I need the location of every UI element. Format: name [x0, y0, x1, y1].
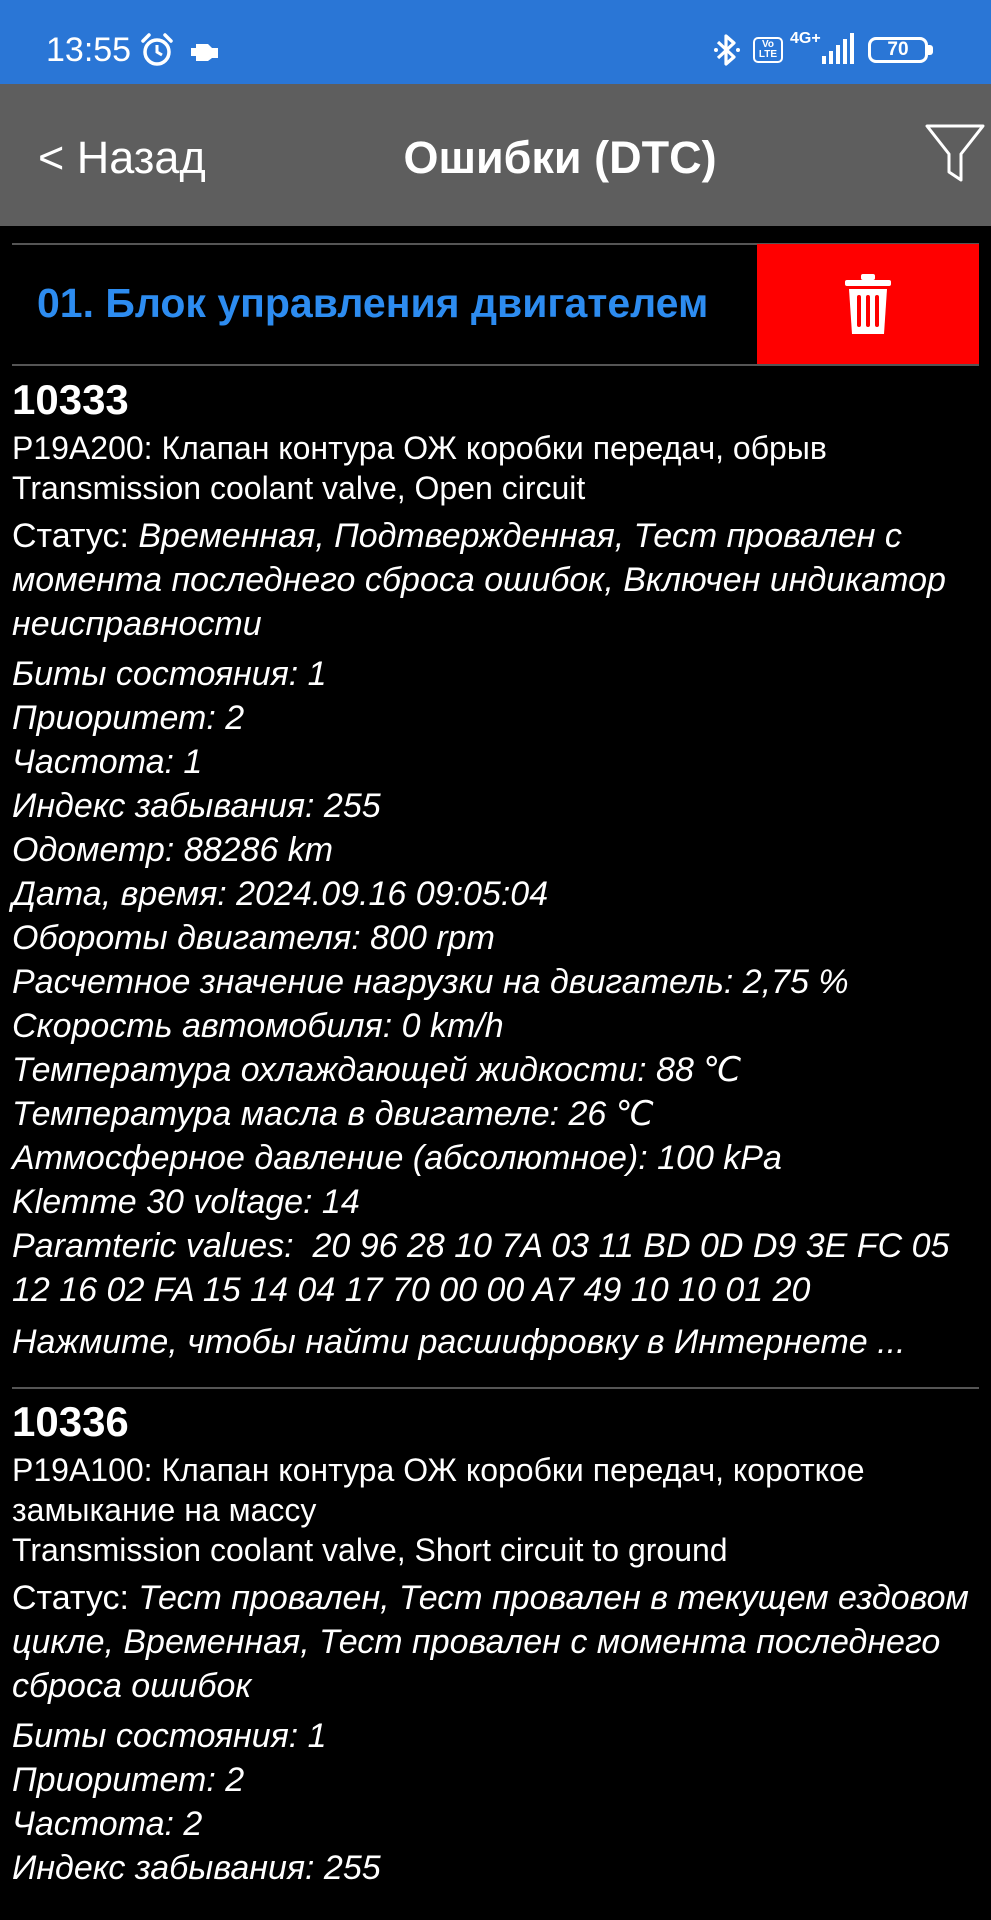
status-time: 13:55	[46, 31, 132, 69]
dtc-params: Биты состояния: 1 Приоритет: 2 Частота: …	[12, 1714, 972, 1890]
param-odometer: Одометр: 88286 km	[12, 831, 334, 869]
filter-icon[interactable]	[925, 122, 985, 186]
dtc-code: 10333	[12, 376, 129, 423]
param-klemme-voltage: Klemme 30 voltage: 14	[12, 1183, 360, 1221]
divider	[12, 364, 979, 366]
dtc-status: Статус: Временная, Подтвержденная, Тест …	[12, 514, 972, 646]
param-datetime: Дата, время: 2024.09.16 09:05:04	[12, 875, 549, 913]
car-engine-icon	[191, 44, 218, 61]
param-coolant-temp: Температура охлаждающей жидкости: 88 ℃	[12, 1051, 742, 1089]
param-engine-load: Расчетное значение нагрузки на двигатель…	[12, 963, 849, 1001]
status-value: Тест провален, Тест провален в текущем е…	[12, 1579, 969, 1705]
status-label: Статус:	[12, 517, 139, 555]
param-oil-temp: Температура масла в двигателе: 26 ℃	[12, 1095, 654, 1133]
param-engine-rpm: Обороты двигателя: 800 rpm	[12, 919, 495, 957]
param-atmospheric-pressure: Атмосферное давление (абсолютное): 100 k…	[12, 1139, 782, 1177]
param-priority: Приоритет: 2	[12, 1761, 245, 1799]
param-frequency: Частота: 2	[12, 1805, 203, 1843]
param-parametric-values: Paramteric values: 20 96 28 10 7A 03 11 …	[12, 1227, 959, 1309]
dtc-status: Статус: Тест провален, Тест провален в т…	[12, 1576, 972, 1708]
search-online-link[interactable]: Нажмите, чтобы найти расшифровку в Интер…	[12, 1320, 972, 1364]
battery-tip	[928, 45, 933, 55]
ecu-title[interactable]: 01. Блок управления двигателем	[37, 268, 708, 338]
param-status-bits: Биты состояния: 1	[12, 655, 327, 693]
param-forget-index: Индекс забывания: 255	[12, 1849, 381, 1887]
dtc-description-ru: P19A200: Клапан контура ОЖ коробки перед…	[12, 430, 827, 466]
param-vehicle-speed: Скорость автомобиля: 0 km/h	[12, 1007, 504, 1045]
network-type-label: 4G+	[790, 30, 821, 47]
delete-errors-button[interactable]	[757, 244, 979, 365]
trash-icon	[845, 274, 891, 334]
dtc-params: Биты состояния: 1 Приоритет: 2 Частота: …	[12, 652, 972, 1312]
dtc-code: 10336	[12, 1398, 129, 1445]
dtc-description-ru: P19A100: Клапан контура ОЖ коробки перед…	[12, 1452, 865, 1528]
battery-icon: 70	[868, 37, 928, 63]
dtc-description-en: Transmission coolant valve, Short circui…	[12, 1532, 728, 1568]
dtc-item[interactable]: 10336 P19A100: Клапан контура ОЖ коробки…	[12, 1396, 972, 1890]
bluetooth-icon	[714, 34, 740, 66]
dtc-description-en: Transmission coolant valve, Open circuit	[12, 470, 586, 506]
divider	[12, 1387, 979, 1389]
param-forget-index: Индекс забывания: 255	[12, 787, 381, 825]
back-button[interactable]: < Назад	[38, 128, 206, 188]
status-value: Временная, Подтвержденная, Тест провален…	[12, 517, 946, 643]
dtc-item[interactable]: 10333 P19A200: Клапан контура ОЖ коробки…	[12, 374, 972, 1364]
param-priority: Приоритет: 2	[12, 699, 245, 737]
param-frequency: Частота: 1	[12, 743, 203, 781]
app-bar: < Назад Ошибки (DTC)	[0, 84, 991, 226]
alarm-icon	[141, 33, 173, 66]
status-bar: 13:55 Vo LTE 4G+ 70	[0, 0, 991, 84]
battery-level: 70	[887, 39, 909, 60]
signal-strength-icon	[822, 33, 854, 64]
status-label: Статус:	[12, 1579, 139, 1617]
param-status-bits: Биты состояния: 1	[12, 1717, 327, 1755]
volte-icon: Vo LTE	[753, 37, 783, 63]
